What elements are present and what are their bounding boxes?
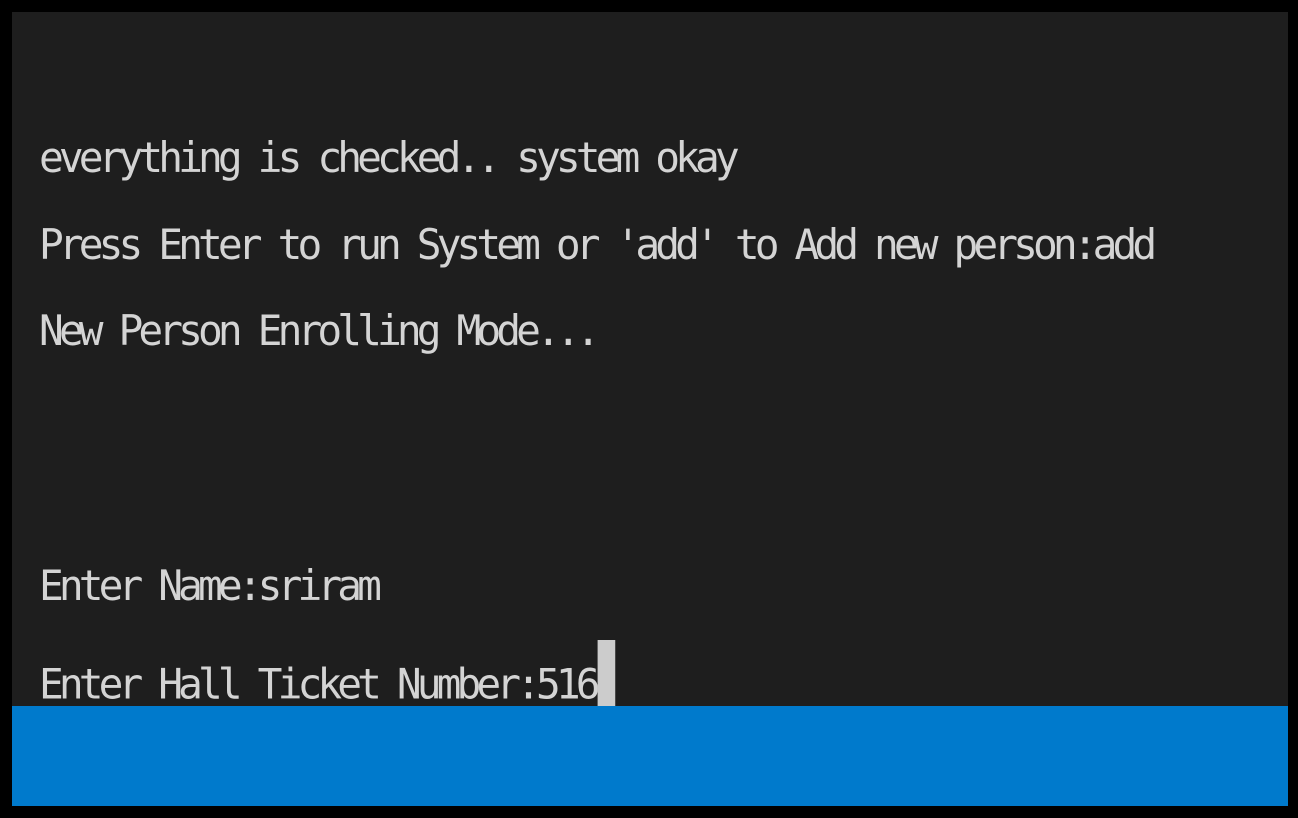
terminal-input-text[interactable]: Enter Hall Ticket Number:516 — [39, 660, 601, 709]
terminal-window: everything is checked.. system okay Pres… — [0, 0, 1298, 818]
terminal-line-enrolling-mode: New Person Enrolling Mode... — [39, 306, 601, 355]
terminal-line-name-entry: Enter Name:sriram — [39, 561, 382, 610]
terminal-panel[interactable]: everything is checked.. system okay Pres… — [12, 12, 1288, 726]
terminal-line-prompt-mode: Press Enter to run System or 'add' to Ad… — [39, 220, 1157, 269]
status-bar — [12, 706, 1288, 806]
terminal-line-status: everything is checked.. system okay — [39, 133, 740, 182]
